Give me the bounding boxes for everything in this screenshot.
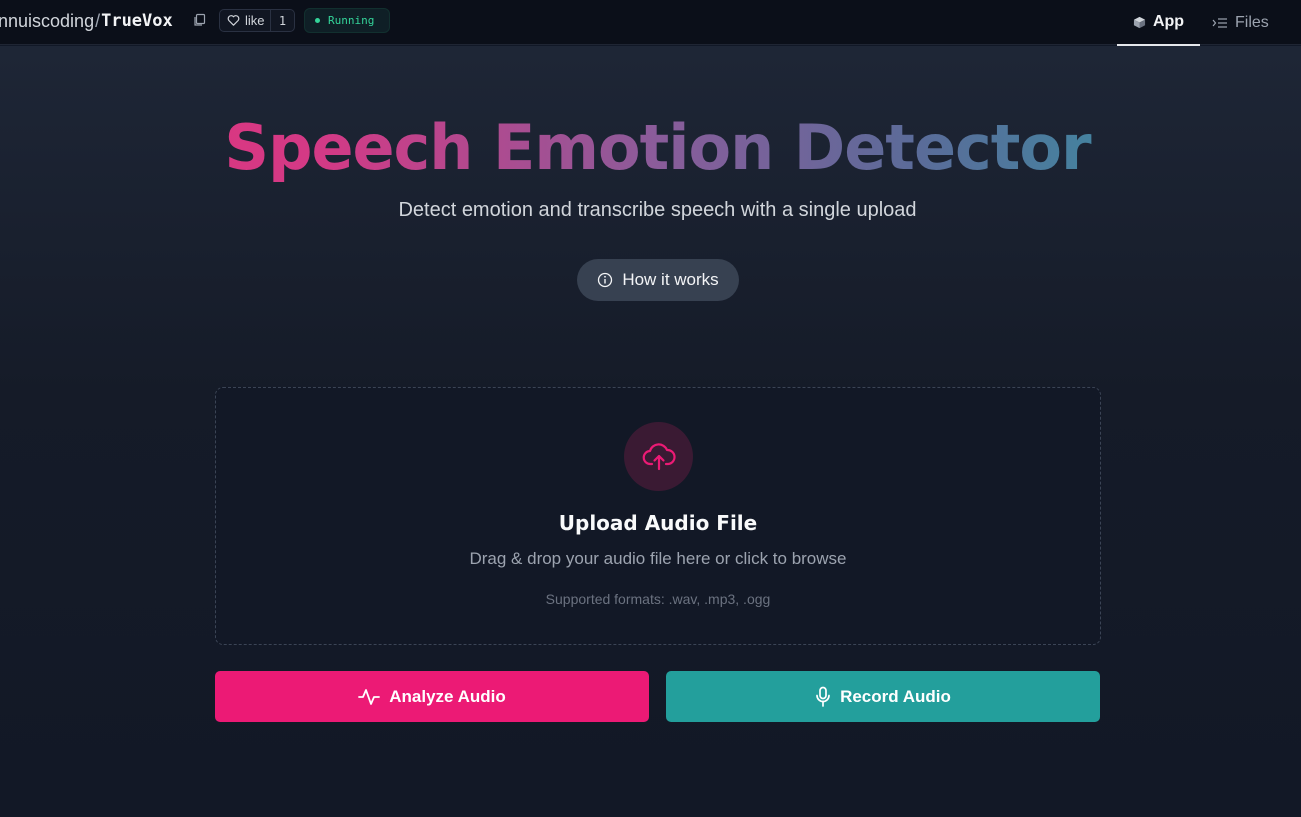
files-icon — [1212, 18, 1227, 28]
record-audio-label: Record Audio — [840, 686, 951, 706]
cloud-upload-icon — [642, 442, 676, 470]
like-label: like — [245, 13, 265, 28]
upload-dropzone[interactable]: Upload Audio File Drag & drop your audio… — [215, 387, 1101, 645]
tab-files[interactable]: Files — [1212, 0, 1282, 46]
copy-icon[interactable] — [193, 13, 207, 27]
tab-files-label: Files — [1235, 14, 1269, 31]
heart-icon — [227, 15, 240, 26]
repo-path[interactable]: nnuiscoding / TrueVox — [0, 9, 173, 33]
microphone-icon — [816, 686, 830, 707]
analyze-audio-label: Analyze Audio — [389, 686, 506, 706]
tab-app-label: App — [1152, 13, 1185, 30]
page-title: Speech Emotion Detector — [0, 112, 1301, 184]
cube-icon — [1133, 16, 1146, 28]
analyze-audio-button[interactable]: Analyze Audio — [215, 671, 649, 722]
page-subtitle: Detect emotion and transcribe speech wit… — [398, 199, 917, 221]
repo-name[interactable]: TrueVox — [101, 11, 173, 31]
activity-icon — [358, 688, 381, 705]
supported-formats: Supported formats: .wav, .mp3, .ogg — [545, 591, 771, 607]
how-it-works-button[interactable]: How it works — [577, 259, 739, 301]
app-main: Speech Emotion Detector Detect emotion a… — [0, 46, 1301, 817]
upload-icon-badge — [624, 422, 693, 491]
upload-title: Upload Audio File — [558, 511, 758, 535]
repo-owner[interactable]: nnuiscoding — [0, 11, 94, 32]
top-bar: nnuiscoding / TrueVox like 1 Running App — [0, 0, 1301, 46]
record-audio-button[interactable]: Record Audio — [666, 671, 1100, 722]
repo-slash: / — [95, 10, 101, 31]
status-dot-icon — [315, 18, 320, 23]
status-label: Running — [328, 14, 375, 27]
how-it-works-label: How it works — [622, 270, 719, 289]
like-button[interactable]: like 1 — [219, 9, 295, 32]
upload-instructions: Drag & drop your audio file here or clic… — [469, 549, 847, 568]
info-icon — [598, 272, 613, 288]
tab-app[interactable]: App — [1117, 0, 1200, 46]
like-count: 1 — [270, 10, 294, 31]
status-badge: Running — [304, 8, 390, 33]
